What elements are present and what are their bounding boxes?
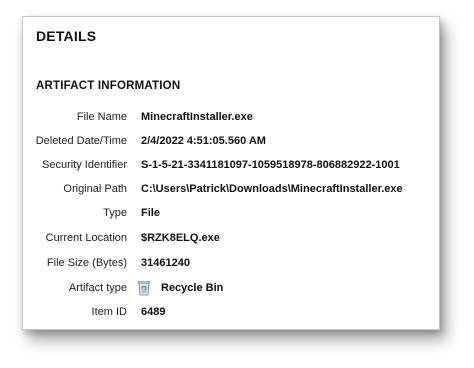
field-value: C:\Users\Patrick\Downloads\MinecraftInst… <box>141 183 403 195</box>
field-row-type: Type File <box>23 203 439 223</box>
field-label: Artifact type <box>68 282 127 294</box>
field-value: S-1-5-21-3341181097-1059518978-806882922… <box>141 159 400 171</box>
field-value: 2/4/2022 4:51:05.560 AM <box>141 135 266 147</box>
field-label: Current Location <box>45 232 127 244</box>
field-label: Security Identifier <box>42 159 127 171</box>
field-row-original-path: Original Path C:\Users\Patrick\Downloads… <box>23 179 439 199</box>
field-row-item-id: Item ID 6489 <box>23 302 439 322</box>
field-value: MinecraftInstaller.exe <box>141 111 253 123</box>
panel-title: DETAILS <box>36 28 97 44</box>
field-label: Original Path <box>63 183 127 195</box>
field-row-file-size: File Size (Bytes) 31461240 <box>23 253 439 273</box>
details-panel: DETAILS ARTIFACT INFORMATION File Name M… <box>22 16 440 330</box>
field-label: Type <box>103 207 127 219</box>
field-row-current-location: Current Location $RZK8ELQ.exe <box>23 228 439 248</box>
field-label: Item ID <box>91 306 127 318</box>
field-row-security-identifier: Security Identifier S-1-5-21-3341181097-… <box>23 155 439 175</box>
field-label: Deleted Date/Time <box>35 135 127 147</box>
field-value: Recycle Bin <box>137 278 223 298</box>
field-row-file-name: File Name MinecraftInstaller.exe <box>23 107 439 127</box>
field-value: 31461240 <box>141 257 190 269</box>
section-title: ARTIFACT INFORMATION <box>36 80 181 92</box>
recycle-bin-icon <box>137 280 151 296</box>
field-value: 6489 <box>141 306 166 318</box>
field-value: File <box>141 207 160 219</box>
field-label: File Name <box>76 111 127 123</box>
field-row-deleted-date-time: Deleted Date/Time 2/4/2022 4:51:05.560 A… <box>23 131 439 151</box>
artifact-type-text: Recycle Bin <box>161 282 224 294</box>
field-value: $RZK8ELQ.exe <box>141 232 220 244</box>
field-label: File Size (Bytes) <box>46 257 127 269</box>
field-row-artifact-type: Artifact type Recycle Bin <box>23 278 439 298</box>
